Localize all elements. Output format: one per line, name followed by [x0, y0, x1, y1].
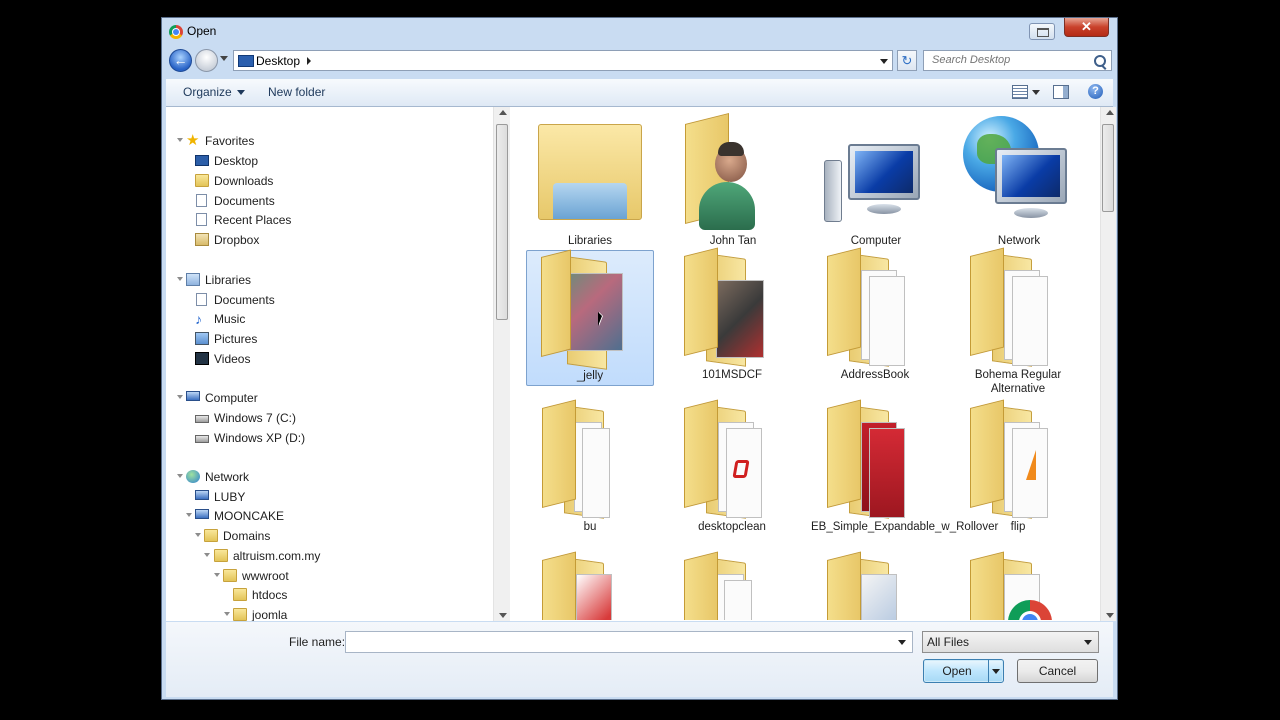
file-type-select[interactable]: All Files	[922, 631, 1099, 653]
address-dropdown-icon[interactable]	[880, 59, 888, 64]
desktop-icon	[195, 155, 209, 166]
file-grid: _jelly 101MSDCF AddressBook Bohema Regul…	[509, 106, 1099, 620]
recent-locations-dropdown-icon[interactable]	[220, 56, 228, 61]
folder-icon	[233, 608, 247, 621]
expand-arrow-icon[interactable]	[224, 612, 230, 616]
close-button[interactable]: ✕	[1064, 18, 1109, 37]
scroll-down-icon[interactable]	[499, 613, 507, 618]
file-item-bohema[interactable]: Bohema Regular Alternative	[954, 247, 1082, 395]
dialog-footer: File name: All Files Open Cancel	[166, 622, 1113, 697]
folder-icon	[204, 529, 218, 542]
expand-arrow-icon[interactable]	[204, 553, 210, 557]
expand-arrow-icon[interactable]	[177, 138, 183, 142]
open-options-dropdown-icon[interactable]	[988, 660, 1003, 682]
downloads-folder-icon	[195, 174, 209, 187]
file-item-eb-simple-expandable[interactable]: EB_Simple_Expandable_w_Rollover	[811, 399, 998, 538]
navigation-bar: ← Desktop ↻	[162, 46, 1117, 78]
expand-arrow-icon[interactable]	[177, 277, 183, 281]
file-item-flip[interactable]: flip	[954, 399, 1082, 538]
file-name-label: File name:	[289, 635, 346, 649]
drive-icon	[195, 415, 209, 423]
computer-icon	[186, 391, 200, 401]
cancel-button[interactable]: Cancel	[1017, 659, 1098, 683]
search-input[interactable]	[930, 53, 1084, 67]
desktop-icon	[238, 55, 254, 67]
expand-arrow-icon[interactable]	[186, 513, 192, 517]
libraries-icon	[186, 273, 200, 286]
refresh-button[interactable]: ↻	[897, 50, 917, 71]
folder-icon	[214, 549, 228, 562]
star-icon: ★	[186, 132, 200, 149]
scroll-up-icon[interactable]	[499, 110, 507, 115]
document-icon	[196, 194, 207, 207]
pictures-icon	[195, 332, 209, 345]
file-name-dropdown-icon[interactable]	[898, 640, 906, 645]
address-location[interactable]: Desktop	[256, 54, 300, 68]
file-item-folder-14[interactable]	[668, 551, 796, 620]
window-title: Open	[187, 24, 217, 38]
help-icon[interactable]: ?	[1088, 84, 1103, 99]
network-icon	[186, 470, 200, 483]
content-scrollbar[interactable]	[1100, 107, 1116, 621]
scroll-thumb[interactable]	[496, 124, 508, 320]
computer-icon	[195, 490, 209, 500]
videos-icon	[195, 352, 209, 365]
title-bar: Open ✕	[162, 18, 1117, 46]
organize-label: Organize	[183, 85, 232, 99]
chevron-down-icon[interactable]	[1084, 640, 1092, 645]
organize-menu[interactable]: Organize	[183, 85, 245, 99]
file-item-jelly[interactable]: _jelly	[526, 249, 654, 386]
address-bar[interactable]: Desktop	[233, 50, 893, 71]
new-folder-button[interactable]: New folder	[268, 85, 325, 99]
file-item-folder-13[interactable]	[526, 551, 654, 620]
restore-button[interactable]	[1029, 23, 1055, 40]
expand-arrow-icon[interactable]	[177, 474, 183, 478]
preview-pane-icon[interactable]	[1053, 85, 1069, 99]
dropbox-icon	[195, 233, 209, 246]
file-type-value: All Files	[927, 635, 970, 649]
file-name-input[interactable]	[350, 635, 884, 651]
open-button[interactable]: Open	[923, 659, 1004, 683]
scroll-thumb[interactable]	[1102, 124, 1114, 212]
forward-button[interactable]	[195, 49, 218, 72]
back-button[interactable]: ←	[169, 49, 192, 72]
document-icon	[196, 293, 207, 306]
music-icon: ♪	[195, 311, 202, 327]
expand-arrow-icon[interactable]	[177, 395, 183, 399]
chevron-down-icon	[236, 90, 245, 96]
scroll-up-icon[interactable]	[1106, 110, 1114, 115]
folder-icon	[233, 588, 247, 601]
drive-icon	[195, 435, 209, 443]
folder-icon	[223, 569, 237, 582]
open-button-label: Open	[942, 664, 972, 678]
file-item-101msdcf[interactable]: 101MSDCF	[668, 247, 796, 386]
file-item-folder-15[interactable]	[811, 551, 939, 620]
file-item-addressbook[interactable]: AddressBook	[811, 247, 939, 386]
recent-places-icon	[196, 213, 207, 226]
change-view-icon[interactable]	[1012, 85, 1028, 99]
breadcrumb-arrow-icon[interactable]	[307, 57, 311, 65]
expand-arrow-icon[interactable]	[195, 533, 201, 537]
scroll-down-icon[interactable]	[1106, 613, 1114, 618]
expand-arrow-icon[interactable]	[214, 573, 220, 577]
navigation-pane: ★ Favorites Desktop Downloads Documents R…	[166, 107, 499, 621]
view-options-dropdown-icon[interactable]	[1032, 90, 1040, 95]
file-name-field[interactable]	[345, 631, 913, 653]
computer-icon	[195, 509, 209, 519]
file-item-desktopclean[interactable]: desktopclean	[668, 399, 796, 538]
file-item-folder-16[interactable]	[954, 551, 1082, 620]
mouse-cursor	[598, 312, 602, 326]
file-item-bu[interactable]: bu	[526, 399, 654, 538]
chrome-icon	[169, 25, 183, 39]
search-box[interactable]	[923, 50, 1112, 71]
search-icon[interactable]	[1094, 55, 1106, 67]
command-bar: Organize New folder ?	[166, 79, 1113, 107]
